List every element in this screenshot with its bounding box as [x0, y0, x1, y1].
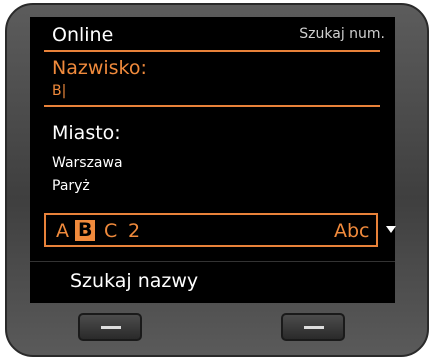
display-screen: Online Szukaj num. Nazwisko: B| Miasto: …	[30, 17, 396, 303]
key-c[interactable]: C	[104, 220, 117, 242]
search-number-label[interactable]: Szukaj num.	[299, 26, 385, 42]
softkey-bar: Szukaj nazwy	[30, 261, 395, 303]
key-b-selected[interactable]: B	[75, 220, 96, 241]
city-label: Miasto:	[52, 122, 121, 144]
softkey-left-label[interactable]: Szukaj nazwy	[70, 270, 198, 292]
divider-mid	[44, 105, 380, 107]
header-bar: Online Szukaj num.	[30, 17, 395, 50]
divider-top	[44, 50, 380, 52]
input-mode-label[interactable]: Abc	[334, 220, 370, 242]
surname-label: Nazwisko:	[52, 57, 147, 79]
minus-icon	[101, 326, 121, 329]
key-a[interactable]: A	[56, 220, 69, 242]
triangle-down-icon[interactable]	[386, 226, 396, 233]
city-option-2[interactable]: Paryż	[52, 178, 90, 194]
city-option-1[interactable]: Warszawa	[52, 155, 123, 171]
right-softkey-button[interactable]	[281, 313, 345, 341]
character-selector[interactable]: A B C 2 Abc	[44, 213, 378, 247]
header-title: Online	[52, 24, 114, 46]
minus-icon	[304, 326, 324, 329]
left-softkey-button[interactable]	[78, 313, 142, 341]
key-2[interactable]: 2	[128, 220, 140, 242]
surname-field[interactable]: B|	[52, 83, 66, 99]
